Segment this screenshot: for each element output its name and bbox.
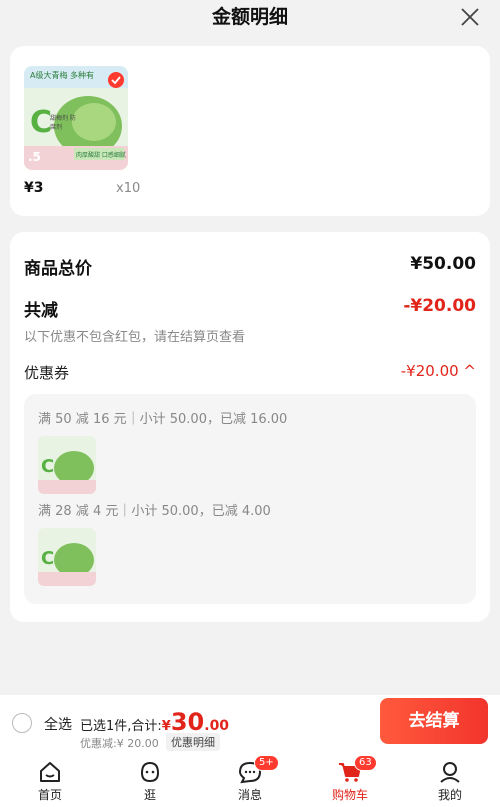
coupon-details: 满 50 减 16 元｜小计 50.00，已减 16.00 C 满 28 减 4… [24, 394, 476, 604]
svg-text:C: C [41, 548, 54, 569]
tab-bar: 首页 逛 5+ 消息 63 购物车 我的 [0, 755, 500, 807]
reduce-row: 共减 -¥20.00 [24, 296, 476, 321]
tab-label: 我的 [437, 788, 462, 802]
product-image-tagline: A级大青梅 多种有 [30, 71, 95, 80]
home-icon [40, 762, 60, 782]
tab-browse[interactable]: 逛 [120, 755, 180, 807]
reduce-label: 共减 [24, 301, 58, 321]
total-currency: ¥ [161, 719, 171, 734]
coupon-product-thumb: C [38, 436, 96, 494]
cart-badge: 63 [354, 755, 377, 771]
total-row: 商品总价 ¥50.00 [24, 254, 476, 279]
checkout-bar: 全选 已选1件,合计:¥30.00 优惠减:¥ 20.00 优惠明细 去结算 [0, 695, 500, 755]
product-image-side-text: 甜梅剂 防腐剂 [50, 115, 76, 131]
messages-badge: 5+ [254, 755, 279, 771]
tab-label: 购物车 [331, 788, 368, 802]
header: 金额明细 [0, 0, 500, 36]
select-all-label[interactable]: 全选 [44, 714, 72, 734]
discount-note: 以下优惠不包含红包，请在结算页查看 [24, 330, 246, 345]
svg-text:C: C [41, 456, 54, 477]
tab-profile[interactable]: 我的 [420, 755, 480, 807]
tab-home[interactable]: 首页 [20, 755, 80, 807]
product-quantity: x10 [116, 181, 141, 196]
selected-text: 已选1件,合计: [80, 719, 162, 734]
profile-icon [440, 762, 460, 783]
page-title: 金额明细 [211, 6, 288, 28]
select-all-radio[interactable] [12, 713, 32, 733]
product-card: C A级大青梅 多种有 甜梅剂 防腐剂 肉厚酸甜 口感细腻 .5 ¥3 x10 [10, 46, 490, 216]
coupon-line-2: 满 28 减 4 元｜小计 50.00，已减 4.00 [38, 504, 271, 519]
selected-summary: 已选1件,合计:¥30.00 [80, 708, 229, 736]
total-value: ¥50.00 [410, 254, 476, 274]
summary-card: 商品总价 ¥50.00 共减 -¥20.00 以下优惠不包含红包，请在结算页查看… [10, 232, 490, 622]
coupon-line-1: 满 50 减 16 元｜小计 50.00，已减 16.00 [38, 412, 288, 427]
coupon-label: 优惠券 [24, 364, 70, 382]
product-price: ¥3 [24, 180, 44, 196]
total-amount: 30 [170, 708, 205, 736]
reduce-value: -¥20.00 [403, 296, 476, 316]
tab-label: 消息 [237, 788, 262, 802]
face-icon [140, 761, 160, 783]
tab-messages[interactable]: 5+ 消息 [220, 755, 280, 807]
tab-label: 逛 [143, 788, 156, 802]
coupon-product-thumb: C [38, 528, 96, 586]
svg-text:C: C [30, 105, 52, 140]
checkout-button[interactable]: 去结算 [380, 698, 488, 744]
discount-detail-button[interactable]: 优惠明细 [166, 733, 220, 751]
coupon-value[interactable]: -¥20.00 ^ [401, 362, 476, 380]
product-image-corner: .5 [28, 150, 41, 164]
total-decimal: .00 [204, 718, 230, 734]
product-image-bottom-text: 肉厚酸甜 口感细腻 [76, 152, 126, 159]
total-label: 商品总价 [24, 259, 92, 279]
close-icon[interactable] [460, 7, 480, 27]
coupon-row[interactable]: 优惠券 -¥20.00 ^ [24, 362, 476, 383]
tab-cart[interactable]: 63 购物车 [320, 755, 380, 807]
discount-text: 优惠减:¥ 20.00 [80, 737, 159, 750]
tab-label: 首页 [37, 788, 62, 802]
product-image[interactable]: C A级大青梅 多种有 甜梅剂 防腐剂 肉厚酸甜 口感细腻 .5 [24, 66, 128, 170]
